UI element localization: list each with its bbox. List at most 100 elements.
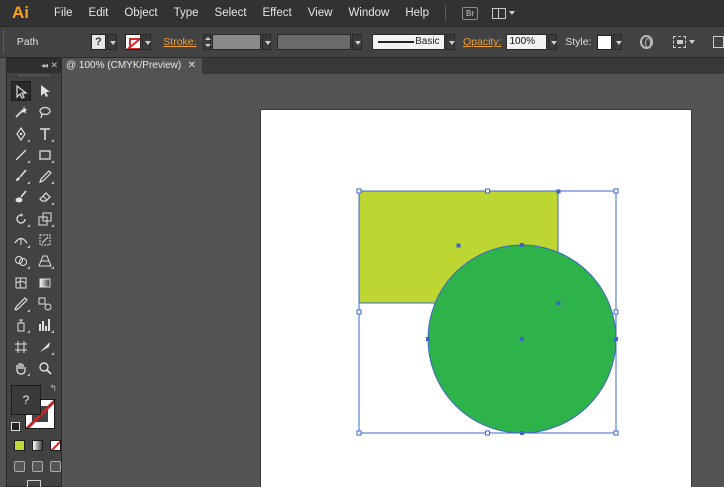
menu-object[interactable]: Object [116, 0, 165, 26]
document-tab-bar: @ 100% (CMYK/Preview) ✕ [62, 58, 724, 74]
rotate-tool-icon[interactable] [11, 209, 31, 229]
blob-brush-tool-icon[interactable] [11, 187, 31, 207]
line-segment-tool-icon[interactable] [11, 145, 31, 165]
variable-width-profile[interactable] [276, 34, 352, 50]
bridge-button[interactable]: Br [462, 6, 478, 20]
hand-tool-icon[interactable] [11, 358, 31, 378]
close-icon[interactable]: ✕ [50, 60, 58, 71]
tools-panel: ◂◂ ✕ ? ↰ [6, 58, 62, 487]
rectangle-tool-icon[interactable] [35, 145, 55, 165]
handle-top-center[interactable] [485, 188, 490, 194]
fill-dropdown[interactable] [107, 34, 117, 50]
document-title: @ 100% (CMYK/Preview) [66, 60, 182, 71]
menu-separator [445, 5, 446, 21]
tool-grid [11, 81, 59, 379]
stroke-swatch[interactable] [124, 34, 141, 50]
circle-anchor-left [426, 337, 430, 341]
stroke-weight-spinner[interactable] [202, 34, 212, 50]
draw-inside-icon[interactable] [50, 461, 61, 472]
eyedropper-tool-icon[interactable] [11, 294, 31, 314]
menu-edit[interactable]: Edit [81, 0, 117, 26]
align-icon[interactable] [673, 36, 687, 48]
direct-selection-tool-icon[interactable] [35, 81, 55, 101]
draw-behind-icon[interactable] [32, 461, 43, 472]
stroke-label[interactable]: Stroke: [163, 36, 196, 48]
draw-normal-icon[interactable] [14, 461, 25, 472]
color-mode-button[interactable] [14, 440, 25, 451]
perspective-grid-tool-icon[interactable] [35, 251, 55, 271]
mesh-tool-icon[interactable] [11, 273, 31, 293]
align-dropdown[interactable] [687, 34, 696, 50]
screen-mode-icon[interactable] [27, 480, 41, 487]
gradient-tool-icon[interactable] [35, 273, 55, 293]
transform-icon[interactable] [712, 36, 724, 48]
menu-select[interactable]: Select [207, 0, 255, 26]
width-tool-icon[interactable] [11, 230, 31, 250]
eraser-tool-icon[interactable] [35, 187, 55, 207]
selection-tool-icon[interactable] [11, 81, 32, 101]
none-mode-button[interactable] [50, 440, 61, 451]
fill-color-box[interactable]: ? [11, 385, 41, 415]
handle-middle-right[interactable] [613, 309, 619, 315]
blend-tool-icon[interactable] [35, 294, 55, 314]
pencil-tool-icon[interactable] [35, 166, 55, 186]
stroke-color-dropdown[interactable] [141, 34, 152, 50]
close-icon[interactable]: ✕ [188, 58, 196, 74]
menu-view[interactable]: View [300, 0, 341, 26]
fill-swatch[interactable]: ? [90, 34, 107, 50]
artboard[interactable] [260, 109, 692, 487]
swap-fill-stroke-icon[interactable]: ↰ [49, 383, 57, 394]
tools-panel-header[interactable]: ◂◂ ✕ [7, 59, 61, 73]
paintbrush-tool-icon[interactable] [11, 166, 31, 186]
opacity-field[interactable]: 100% [505, 34, 547, 50]
document-tab[interactable]: @ 100% (CMYK/Preview) ✕ [62, 58, 202, 74]
handle-top-right[interactable] [613, 188, 619, 194]
brush-definition[interactable]: Basic [371, 34, 445, 50]
magic-wand-tool-icon[interactable] [11, 102, 31, 122]
free-transform-tool-icon[interactable] [35, 230, 55, 250]
artboard-tool-icon[interactable] [11, 337, 31, 357]
menu-file[interactable]: File [46, 0, 81, 26]
brush-dropdown[interactable] [445, 34, 455, 50]
style-dropdown[interactable] [612, 34, 622, 50]
artwork-layer [356, 188, 619, 436]
opacity-dropdown[interactable] [547, 34, 558, 50]
circle-center-point [520, 337, 524, 341]
panel-grip[interactable] [3, 31, 7, 53]
handle-middle-left[interactable] [356, 309, 362, 315]
canvas-area[interactable] [62, 74, 724, 487]
handle-bottom-right[interactable] [613, 430, 619, 436]
menu-effect[interactable]: Effect [255, 0, 300, 26]
menu-window[interactable]: Window [340, 0, 397, 26]
arrange-documents-button[interactable] [492, 5, 517, 21]
app-logo: Ai [12, 3, 29, 22]
handle-bottom-left[interactable] [356, 430, 362, 436]
slice-tool-icon[interactable] [35, 337, 55, 357]
menu-bar: Ai File Edit Object Type Select Effect V… [0, 0, 724, 26]
stroke-weight-dropdown[interactable] [261, 34, 271, 50]
graphic-style-swatch[interactable] [597, 34, 612, 50]
collapse-icon[interactable]: ◂◂ [41, 61, 48, 70]
handle-top-left[interactable] [356, 188, 362, 194]
fill-stroke-control: ? ↰ [11, 383, 59, 437]
handle-bottom-center[interactable] [485, 430, 490, 436]
control-bar: Path ? Stroke: Basic Opacity: 100% Style… [0, 26, 724, 58]
pen-tool-icon[interactable] [11, 124, 31, 144]
gradient-mode-button[interactable] [32, 440, 43, 451]
chevron-down-icon [507, 5, 517, 21]
column-graph-tool-icon[interactable] [35, 315, 55, 335]
menu-type[interactable]: Type [166, 0, 207, 26]
stroke-weight-field[interactable] [212, 34, 261, 50]
profile-dropdown[interactable] [352, 34, 362, 50]
shape-builder-tool-icon[interactable] [11, 251, 31, 271]
menu-help[interactable]: Help [397, 0, 437, 26]
arrange-documents-icon [492, 7, 506, 19]
zoom-tool-icon[interactable] [35, 358, 55, 378]
recolor-artwork-icon[interactable] [639, 35, 654, 49]
scale-tool-icon[interactable] [35, 209, 55, 229]
opacity-label[interactable]: Opacity: [463, 36, 502, 48]
default-fill-stroke-icon[interactable] [11, 422, 20, 431]
type-tool-icon[interactable] [35, 124, 55, 144]
lasso-tool-icon[interactable] [35, 102, 55, 122]
symbol-sprayer-tool-icon[interactable] [11, 315, 31, 335]
